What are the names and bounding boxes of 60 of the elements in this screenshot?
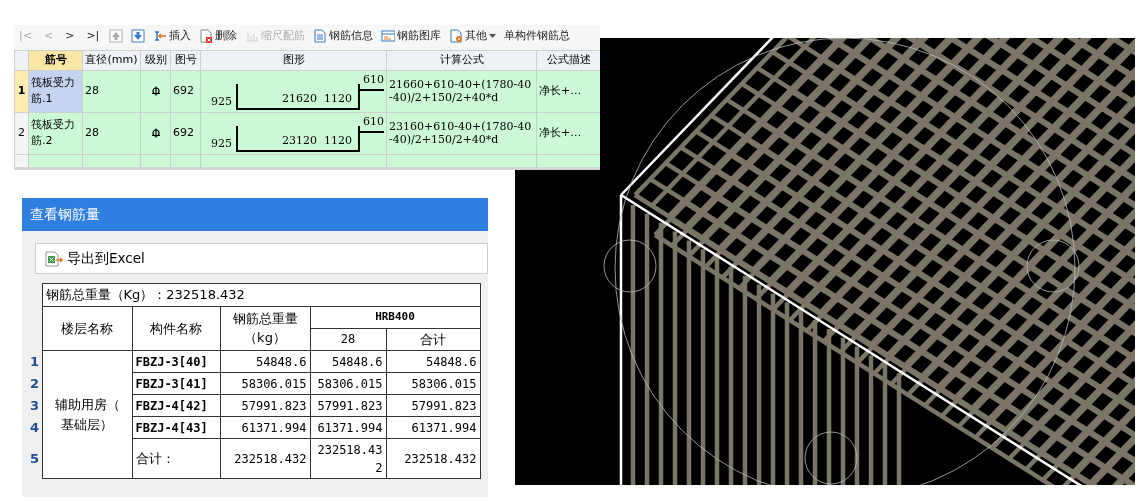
dimension-label: 925 [211,135,232,152]
insert-button[interactable]: 插入 [150,27,195,45]
summary-text: 钢筋总重量（Kg）：232518.432 [42,283,480,306]
dialog-title: 查看钢筋量 [22,198,488,231]
dimension-label: 610 [363,72,384,88]
column-header: 楼层名称 [42,306,132,351]
table-cell[interactable]: 筏板受力筋.1 [28,70,83,112]
other-menu-button[interactable]: 其他 [446,27,500,45]
table-cell: 28 [82,70,141,112]
column-header: 级别 [140,50,171,70]
column-header: 钢筋总重量（kg） [220,306,310,351]
column-header: 图形 [200,50,387,70]
down-arrow-icon [131,29,146,43]
document-gear-icon [449,29,464,43]
column-header: 公式描述 [536,50,600,70]
rebar-info-button[interactable]: 钢筋信息 [310,27,377,45]
column-header: 计算公式 [386,50,537,70]
excel-export-icon [45,250,63,267]
up-arrow-icon [109,29,124,43]
column-header: 构件名称 [132,306,220,351]
row-number: 1 [30,350,42,373]
row-number: 5 [30,438,42,479]
rebar-grade-icon [150,127,161,138]
navigation-button[interactable]: >| [81,27,105,45]
document-icon [313,29,328,43]
table-cell: 28 [82,112,141,154]
dimension-label: 1120 [324,90,352,107]
table-cell: 辅助用房（基础层） [42,350,132,479]
insert-icon [153,29,168,43]
table-cell: 合计： [132,438,220,479]
delete-button[interactable]: 删除 [196,27,241,45]
navigation-button[interactable]: > [60,27,80,45]
rebar-grade-icon [150,85,161,96]
toolbar-button[interactable]: 单构件钢筋总 [501,27,574,45]
table-cell: 232518.432 [386,438,480,479]
column-header: 直径(mm) [82,50,141,70]
table-cell: 21660+610-40+(1780-40-40)/2+150/2+40*d [386,70,537,112]
dimension-label: 1120 [324,132,352,149]
dimension-label: 23120 [282,132,317,149]
row-number: 3 [30,394,42,417]
column-header: HRB400 [310,306,480,328]
column-header: 筋号 [28,50,83,70]
column-header: 图号 [170,50,201,70]
table-cell: 232518.432 [220,438,310,479]
row-number: 4 [30,416,42,439]
row-number: 2 [14,112,29,154]
row-number: 1 [14,70,29,112]
rebar-library-button[interactable]: 钢筋图库 [378,27,445,45]
table-cell[interactable]: 筏板受力筋.2 [28,112,83,154]
table-cell: 23160+610-40+(1780-40-40)/2+150/2+40*d [386,112,537,154]
dimension-label: 925 [211,93,232,110]
table-cell: 232518.432 [310,438,386,479]
table-cell: 净长+… [536,70,600,112]
row-number: 2 [30,372,42,395]
dimension-label: 610 [363,114,384,130]
library-icon [381,29,396,43]
caret-icon [489,33,497,39]
table-cell: 净长+… [536,112,600,154]
dimension-label: 21620 [282,90,317,107]
delete-document-icon [199,29,214,43]
